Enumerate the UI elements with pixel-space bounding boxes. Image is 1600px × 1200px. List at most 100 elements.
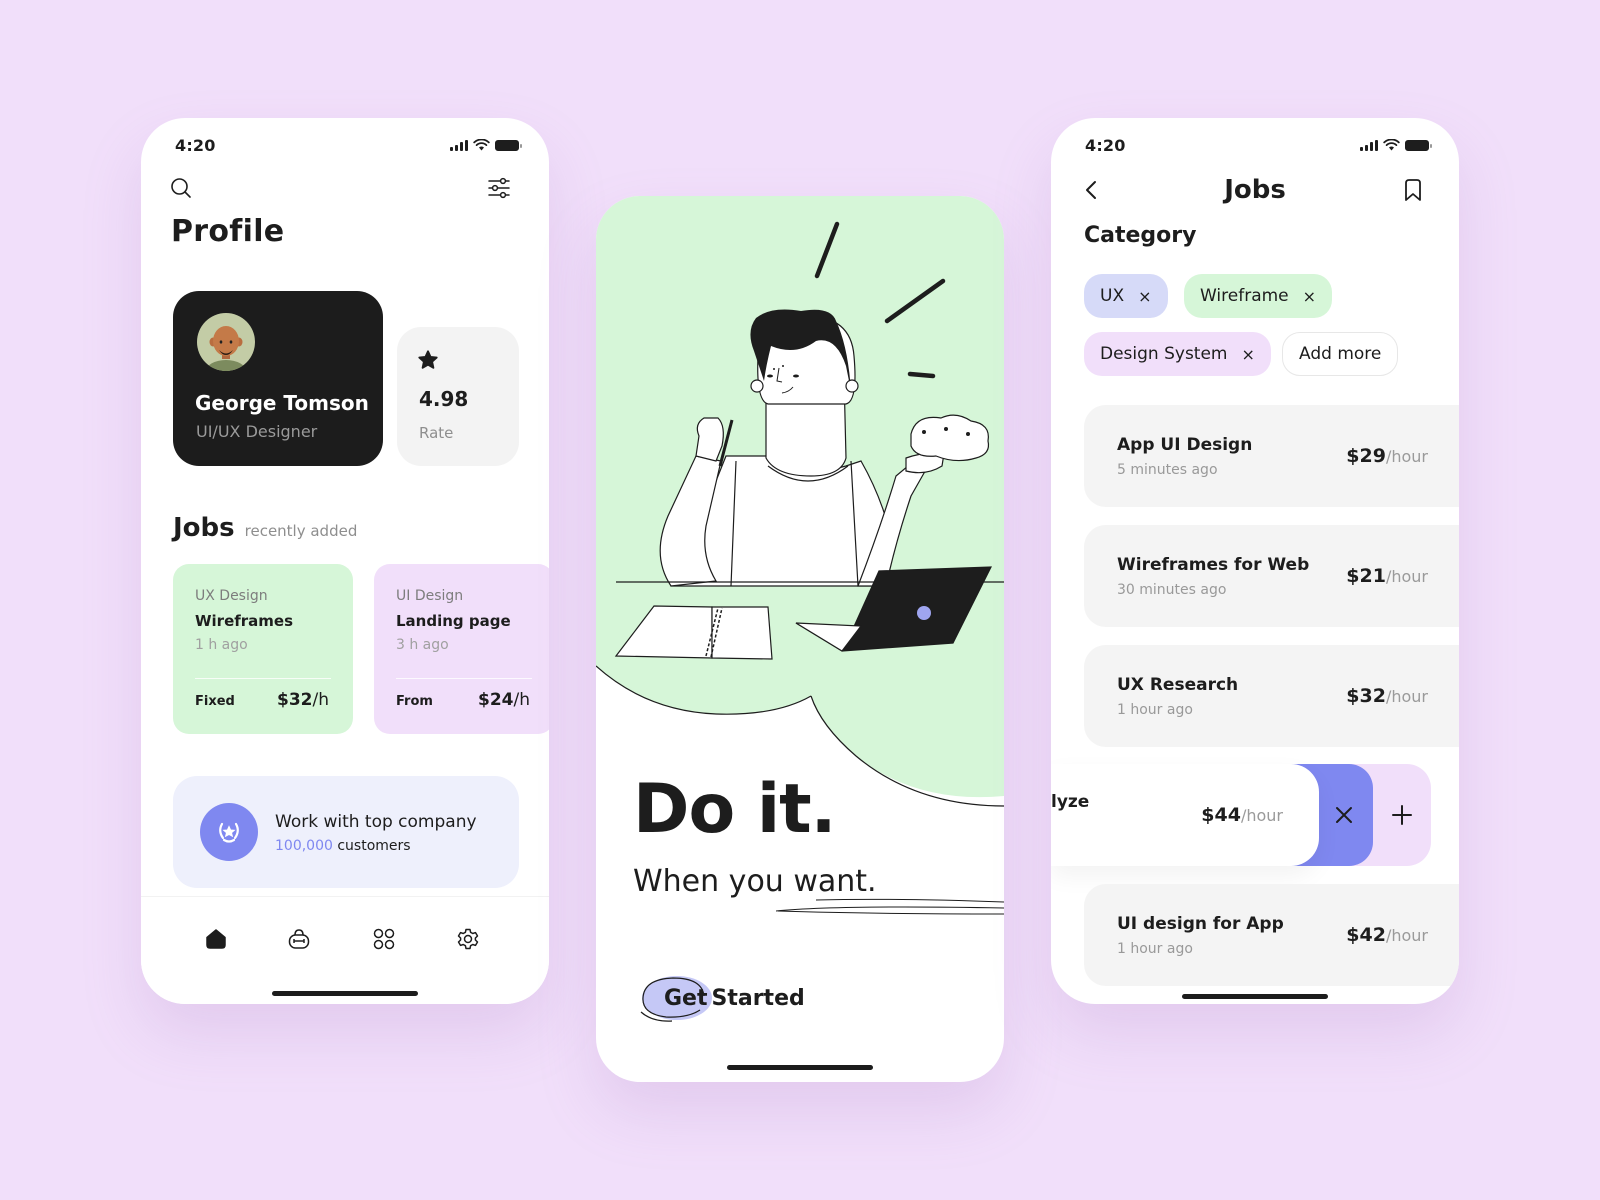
get-started-label: Get Started — [664, 986, 805, 1011]
close-icon[interactable]: × — [1303, 287, 1316, 306]
job-price: $42/hour — [1346, 924, 1428, 946]
subheadline: When you want. — [633, 864, 877, 899]
signal-icon — [1360, 139, 1378, 151]
job-list-item[interactable]: UX Research 1 hour ago $32/hour — [1084, 645, 1459, 747]
profile-screen: 4:20 Profile George Tomson UI/UX Designe… — [141, 118, 549, 1004]
bookmark-button[interactable] — [1401, 176, 1425, 204]
status-icons — [1360, 139, 1432, 151]
tab-home[interactable] — [202, 925, 230, 953]
price-amount: $29 — [1346, 445, 1386, 467]
promo-banner[interactable]: Work with top company 100,000 customers — [173, 776, 519, 888]
divider — [396, 678, 532, 679]
rating-label: Rate — [419, 424, 454, 442]
cta-word-started: Started — [711, 986, 805, 1011]
settings-icon — [457, 928, 479, 950]
job-title: UX Research — [1117, 675, 1239, 695]
cta-word-get: Get — [664, 986, 708, 1011]
job-type: Fixed — [195, 694, 235, 709]
briefcase-icon — [288, 929, 310, 949]
page-title: Jobs — [1224, 175, 1286, 205]
job-title: Landing page — [396, 612, 511, 630]
job-price: $24/h — [478, 690, 530, 710]
wifi-icon — [1383, 139, 1400, 151]
page-title: Profile — [171, 214, 285, 249]
job-title: lyze — [1051, 792, 1090, 812]
illustration — [596, 196, 1004, 807]
get-started-button[interactable]: Get Started — [640, 974, 810, 1024]
job-time: 1 h ago — [195, 637, 248, 653]
search-icon — [171, 178, 191, 198]
add-more-button[interactable]: Add more — [1282, 332, 1399, 376]
chip-label: UX — [1100, 286, 1125, 306]
job-price: $32/h — [277, 690, 329, 710]
tab-settings[interactable] — [454, 925, 482, 953]
price-unit: /hour — [1385, 687, 1428, 706]
category-chip-design-system[interactable]: Design System × — [1084, 332, 1271, 376]
price-unit: /h — [312, 690, 329, 710]
price-unit: /h — [513, 690, 530, 710]
price-amount: $32 — [1346, 685, 1386, 707]
swiped-card[interactable]: lyze $44/hour — [1051, 764, 1319, 866]
signal-icon — [450, 139, 468, 151]
price-amount: $24 — [477, 690, 514, 710]
jobs-heading: Jobs — [173, 513, 235, 543]
job-price: $44/hour — [1201, 804, 1283, 826]
job-list-item[interactable]: App UI Design 5 minutes ago $29/hour — [1084, 405, 1459, 507]
home-icon — [206, 929, 226, 949]
job-card[interactable]: UI Design Landing page 3 h ago From $24/… — [374, 564, 549, 734]
close-icon[interactable]: × — [1138, 287, 1151, 306]
laurel-star-icon — [219, 822, 239, 843]
promo-title: Work with top company — [275, 812, 477, 832]
chip-label: Wireframe — [1200, 286, 1289, 306]
customer-label: customers — [332, 838, 411, 854]
add-action-button[interactable] — [1373, 764, 1431, 866]
status-bar: 4:20 — [1051, 130, 1459, 160]
battery-icon — [1405, 139, 1432, 151]
category-chip-ux[interactable]: UX × — [1084, 274, 1168, 318]
close-icon[interactable]: × — [1242, 345, 1255, 364]
chip-label: Design System — [1100, 344, 1228, 364]
tab-bar — [141, 896, 549, 1004]
tab-apps[interactable] — [370, 925, 398, 953]
job-time: 5 minutes ago — [1117, 462, 1218, 478]
promo-subtitle: 100,000 customers — [275, 838, 411, 854]
job-list-item[interactable]: UI design for App 1 hour ago $42/hour — [1084, 884, 1459, 986]
price-unit: /hour — [1385, 926, 1428, 945]
job-price: $21/hour — [1346, 565, 1428, 587]
motion-line — [907, 371, 936, 379]
price-amount: $32 — [276, 690, 313, 710]
price-amount: $21 — [1346, 565, 1386, 587]
price-unit: /hour — [1385, 447, 1428, 466]
search-button[interactable] — [168, 175, 194, 201]
divider — [195, 678, 331, 679]
filter-button[interactable] — [485, 174, 513, 202]
status-icons — [450, 139, 522, 151]
status-time: 4:20 — [1085, 135, 1126, 155]
home-indicator — [1182, 994, 1328, 999]
job-price: $32/hour — [1346, 685, 1428, 707]
job-time: 1 hour ago — [1117, 941, 1193, 957]
swiped-list-item[interactable]: lyze $44/hour — [1051, 764, 1431, 866]
customer-count: 100,000 — [275, 838, 333, 854]
job-list-item[interactable]: Wireframes for Web 30 minutes ago $21/ho… — [1084, 525, 1459, 627]
rating-card: 4.98 Rate — [397, 327, 519, 466]
category-chip-wireframe[interactable]: Wireframe × — [1184, 274, 1333, 318]
job-time: 30 minutes ago — [1117, 582, 1227, 598]
jobs-section-heading: Jobs recently added — [173, 513, 357, 543]
job-type: From — [396, 694, 433, 709]
price-unit: /hour — [1385, 567, 1428, 586]
home-indicator — [727, 1065, 873, 1070]
bookmark-icon — [1405, 179, 1421, 201]
headline: Do it. — [633, 770, 836, 849]
close-icon — [1336, 807, 1352, 823]
tab-jobs[interactable] — [285, 925, 313, 953]
job-card[interactable]: UX Design Wireframes 1 h ago Fixed $32/h — [173, 564, 353, 734]
user-card[interactable]: George Tomson UI/UX Designer — [173, 291, 383, 466]
rating-value: 4.98 — [419, 387, 469, 411]
wifi-icon — [473, 139, 490, 151]
job-title: Wireframes for Web — [1117, 555, 1310, 575]
job-category: UX Design — [195, 588, 268, 604]
job-title: App UI Design — [1117, 435, 1253, 455]
job-category: UI Design — [396, 588, 464, 604]
food — [910, 414, 990, 462]
